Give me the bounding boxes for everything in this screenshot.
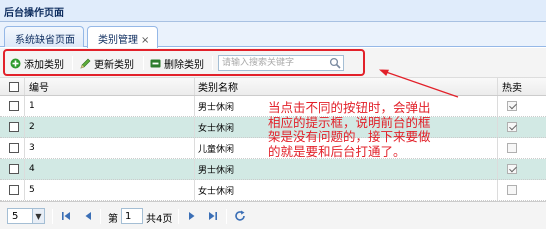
page-size-select[interactable]: 5 ▼ bbox=[7, 208, 45, 224]
pager-divider bbox=[178, 209, 179, 224]
row-category-name: 男士休闲 bbox=[198, 165, 235, 176]
column-divider bbox=[194, 138, 195, 158]
last-page-icon[interactable] bbox=[208, 211, 218, 221]
column-divider bbox=[194, 96, 195, 116]
tab-label: 系统缺省页面 bbox=[15, 35, 75, 46]
close-icon[interactable]: × bbox=[141, 35, 149, 46]
pagination-bar: 5 ▼ 第 1 共4页 bbox=[0, 201, 546, 229]
row-category-name: 男士休闲 bbox=[198, 102, 235, 113]
column-divider bbox=[497, 159, 498, 179]
search-box bbox=[218, 55, 344, 71]
magnifier-icon[interactable] bbox=[329, 57, 341, 69]
column-divider bbox=[24, 117, 25, 137]
column-divider bbox=[497, 96, 498, 116]
column-header-id[interactable]: 编号 bbox=[29, 78, 49, 95]
row-id: 1 bbox=[29, 101, 35, 111]
toolbar-divider bbox=[72, 56, 73, 70]
window-titlebar: 后台操作页面 bbox=[0, 0, 546, 22]
current-page-input[interactable]: 1 bbox=[121, 208, 143, 224]
first-page-icon[interactable] bbox=[61, 211, 71, 221]
row-category-name: 女士休闲 bbox=[198, 123, 235, 134]
previous-page-icon[interactable] bbox=[83, 211, 93, 221]
minus-icon bbox=[150, 59, 161, 67]
row-hot-checkbox[interactable] bbox=[507, 96, 517, 116]
row-hot-checkbox[interactable] bbox=[507, 159, 517, 179]
pager-divider bbox=[226, 209, 227, 224]
tabs-bar: 系统缺省页面 类别管理 × bbox=[0, 22, 546, 48]
row-id: 3 bbox=[29, 143, 35, 153]
row-hot-checkbox[interactable] bbox=[507, 138, 517, 158]
next-page-icon[interactable] bbox=[187, 211, 197, 221]
row-category-name: 女士休闲 bbox=[198, 186, 235, 197]
column-divider bbox=[194, 78, 195, 95]
column-divider bbox=[24, 180, 25, 200]
table-row[interactable]: 4 男士休闲 bbox=[0, 159, 546, 180]
column-divider bbox=[24, 138, 25, 158]
column-divider bbox=[24, 96, 25, 116]
table-row[interactable]: 5 女士休闲 bbox=[0, 180, 546, 201]
toolbar-divider bbox=[143, 56, 144, 70]
column-divider bbox=[497, 117, 498, 137]
toolbar-divider bbox=[212, 56, 213, 70]
row-select-checkbox[interactable] bbox=[9, 117, 19, 137]
column-divider bbox=[194, 117, 195, 137]
row-hot-checkbox[interactable] bbox=[507, 180, 517, 200]
pencil-icon bbox=[80, 58, 91, 68]
row-select-checkbox[interactable] bbox=[9, 180, 19, 200]
column-header-hot[interactable]: 热卖 bbox=[502, 78, 522, 95]
column-divider bbox=[497, 180, 498, 200]
add-category-label: 添加类别 bbox=[24, 59, 64, 71]
row-id: 5 bbox=[29, 185, 35, 195]
plus-icon bbox=[10, 58, 21, 68]
pager-divider bbox=[100, 209, 101, 224]
row-select-checkbox[interactable] bbox=[9, 96, 19, 116]
page-prefix-label: 第 bbox=[108, 214, 118, 225]
total-pages-label: 共4页 bbox=[146, 214, 173, 225]
row-hot-checkbox[interactable] bbox=[507, 117, 517, 137]
row-category-name: 儿童休闲 bbox=[198, 144, 235, 155]
refresh-icon[interactable] bbox=[234, 210, 246, 222]
column-divider bbox=[24, 159, 25, 179]
tab-category-management[interactable]: 类别管理 × bbox=[87, 26, 159, 48]
add-category-button[interactable]: 添加类别 bbox=[10, 54, 64, 72]
tab-default-page[interactable]: 系统缺省页面 bbox=[4, 26, 84, 47]
search-input[interactable] bbox=[219, 56, 327, 70]
row-select-checkbox[interactable] bbox=[9, 159, 19, 179]
delete-category-button[interactable]: 删除类别 bbox=[150, 54, 204, 72]
annotation-text: 当点击不同的按钮时，会弹出 相应的提示框，说明前台的框 架是没有问题的，接下来要… bbox=[268, 100, 431, 159]
current-page-value: 1 bbox=[125, 210, 132, 222]
select-all-checkbox[interactable] bbox=[9, 78, 19, 95]
column-header-name[interactable]: 类别名称 bbox=[198, 78, 238, 95]
column-divider bbox=[24, 78, 25, 95]
column-divider bbox=[497, 138, 498, 158]
tab-label: 类别管理 bbox=[98, 35, 138, 46]
page-size-value: 5 bbox=[12, 210, 19, 222]
update-category-button[interactable]: 更新类别 bbox=[80, 54, 134, 72]
column-divider bbox=[497, 78, 498, 95]
pager-divider bbox=[52, 209, 53, 224]
update-category-label: 更新类别 bbox=[94, 59, 134, 71]
window-title: 后台操作页面 bbox=[4, 8, 64, 19]
grid-header: 编号 类别名称 热卖 bbox=[0, 78, 546, 96]
column-divider bbox=[194, 180, 195, 200]
row-id: 2 bbox=[29, 122, 35, 132]
delete-category-label: 删除类别 bbox=[164, 59, 204, 71]
row-id: 4 bbox=[29, 164, 35, 174]
chevron-down-icon: ▼ bbox=[32, 209, 44, 223]
column-divider bbox=[194, 159, 195, 179]
row-select-checkbox[interactable] bbox=[9, 138, 19, 158]
